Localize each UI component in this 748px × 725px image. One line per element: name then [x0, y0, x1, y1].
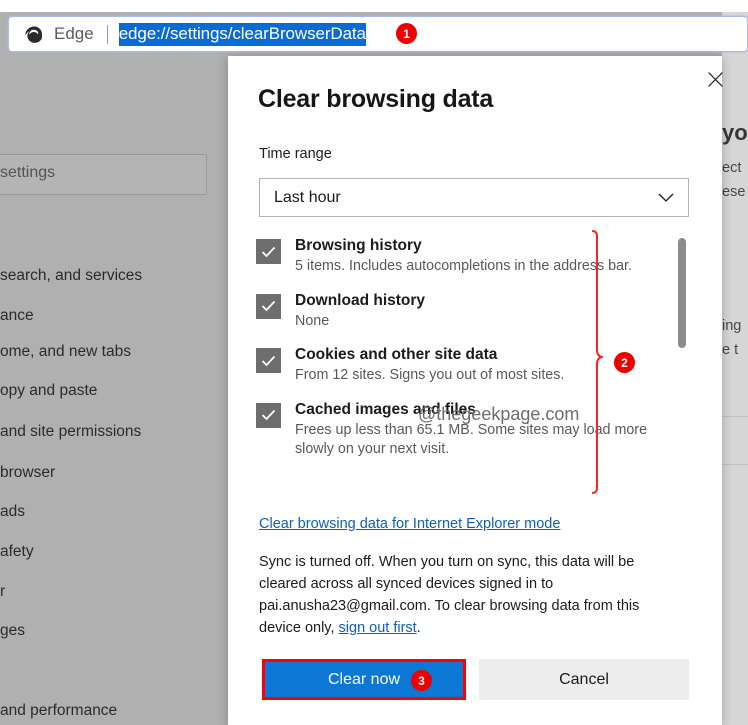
settings-nav-item[interactable]: browser — [0, 464, 55, 482]
checkbox-checked-icon[interactable] — [256, 293, 281, 319]
watermark: @thegeekpage.com — [418, 404, 580, 424]
sync-note-text-1: Sync is turned off. When you turn on syn… — [259, 554, 640, 637]
settings-nav-item[interactable]: ome, and new tabs — [0, 343, 131, 361]
settings-nav-item[interactable]: ance — [0, 307, 34, 325]
checkbox-checked-icon[interactable] — [256, 348, 281, 374]
annotation-badge-3: 3 — [411, 670, 432, 691]
edge-logo-icon — [23, 24, 44, 45]
time-range-label: Time range — [259, 146, 332, 162]
settings-nav-item[interactable]: and site permissions — [0, 423, 141, 441]
chevron-down-icon — [658, 193, 674, 203]
checkbox-title: Download history — [295, 291, 426, 309]
sign-out-first-link[interactable]: sign out first — [339, 620, 417, 636]
address-bar-divider — [106, 24, 108, 44]
dialog-list-scrollbar[interactable] — [678, 232, 686, 488]
settings-content-line: ing — [722, 318, 742, 334]
settings-search-placeholder: settings — [0, 164, 56, 181]
settings-card-divider — [722, 416, 748, 417]
settings-content-heading: yo — [722, 120, 748, 145]
clear-now-button[interactable]: Clear now — [262, 659, 466, 700]
page-top-strip — [0, 0, 748, 12]
cancel-button[interactable]: Cancel — [479, 659, 689, 700]
settings-nav-item[interactable]: r — [0, 583, 5, 601]
checkbox-row[interactable]: Browsing history 5 items. Includes autoco… — [256, 236, 668, 277]
annotation-badge-1: 1 — [396, 23, 417, 44]
checkbox-checked-icon[interactable] — [256, 402, 281, 428]
scrollbar-thumb[interactable] — [678, 238, 686, 348]
settings-card-divider — [722, 464, 748, 465]
settings-nav-item[interactable]: ges — [0, 622, 25, 640]
checkbox-subtitle: From 12 sites. Signs you out of most sit… — [295, 367, 565, 384]
checkbox-row[interactable]: Download history None — [256, 291, 668, 332]
checkbox-title: Cookies and other site data — [295, 346, 498, 364]
checkbox-row[interactable]: Cookies and other site data From 12 sites… — [256, 345, 668, 386]
time-range-value: Last hour — [274, 188, 341, 206]
annotation-badge-2: 2 — [614, 352, 635, 373]
sync-note-text-2: . — [416, 620, 421, 637]
settings-nav-item[interactable]: ads — [0, 503, 25, 521]
sync-status-note: Sync is turned off. When you turn on syn… — [259, 551, 681, 639]
page-title: Clear browsing data — [258, 85, 494, 113]
checkbox-checked-icon[interactable] — [256, 239, 281, 264]
url-input-selected-text[interactable]: edge://settings/clearBrowserData — [118, 22, 366, 46]
settings-content-line: e t — [722, 342, 739, 358]
address-bar[interactable]: Edge edge://settings/clearBrowserData — [8, 16, 748, 52]
data-type-checkbox-list: Browsing history 5 items. Includes autoco… — [256, 236, 668, 473]
settings-nav-item[interactable]: opy and paste — [0, 382, 97, 400]
settings-content-line: ect — [722, 160, 742, 176]
ie-mode-link[interactable]: Clear browsing data for Internet Explore… — [259, 516, 560, 532]
time-range-select[interactable]: Last hour — [259, 178, 689, 217]
checkbox-subtitle: Frees up less than 65.1 MB. Some sites m… — [295, 421, 648, 458]
settings-content-right-clip: yo ect ese ing e t — [722, 12, 748, 725]
checkbox-subtitle: 5 items. Includes autocompletions in the… — [295, 258, 632, 275]
settings-nav-item[interactable]: search, and services — [0, 267, 142, 285]
settings-content-line: ese — [722, 184, 746, 200]
settings-nav-item[interactable]: and performance — [0, 702, 117, 720]
checkbox-title: Browsing history — [295, 237, 422, 254]
browser-name-label: Edge — [54, 24, 94, 43]
settings-nav-item[interactable]: afety — [0, 543, 34, 561]
close-icon[interactable] — [698, 62, 732, 96]
checkbox-subtitle: None — [295, 312, 330, 329]
